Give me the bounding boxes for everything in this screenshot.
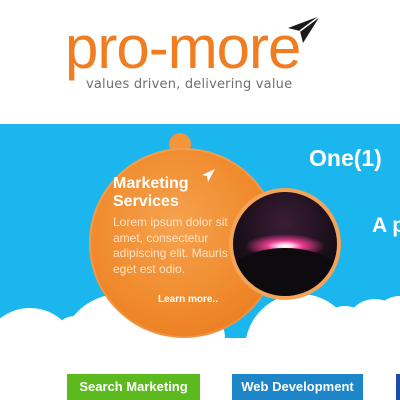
slide-subtitle: A p (372, 214, 400, 237)
planet-glow (233, 192, 337, 296)
header: pro-more values driven, delivering value (0, 0, 400, 122)
tab-web-development[interactable]: Web Development (232, 374, 363, 400)
learn-more-link[interactable]: Learn more.. (158, 294, 218, 305)
feature-title-line1: Marketing (113, 175, 189, 192)
tab-next-partial[interactable] (396, 374, 400, 400)
logo-text[interactable]: pro-more (65, 18, 301, 78)
logo-arrow-icon (288, 15, 321, 43)
small-arrow-icon (202, 169, 215, 182)
planet-image (229, 188, 341, 300)
tagline: values driven, delivering value (86, 77, 293, 92)
slide-title: One(1) (309, 145, 382, 171)
planet-horizon (233, 248, 337, 296)
feature-title: Marketing Services (113, 175, 213, 211)
feature-title-line2: Services (113, 193, 179, 210)
tab-search-marketing[interactable]: Search Marketing (67, 374, 200, 400)
